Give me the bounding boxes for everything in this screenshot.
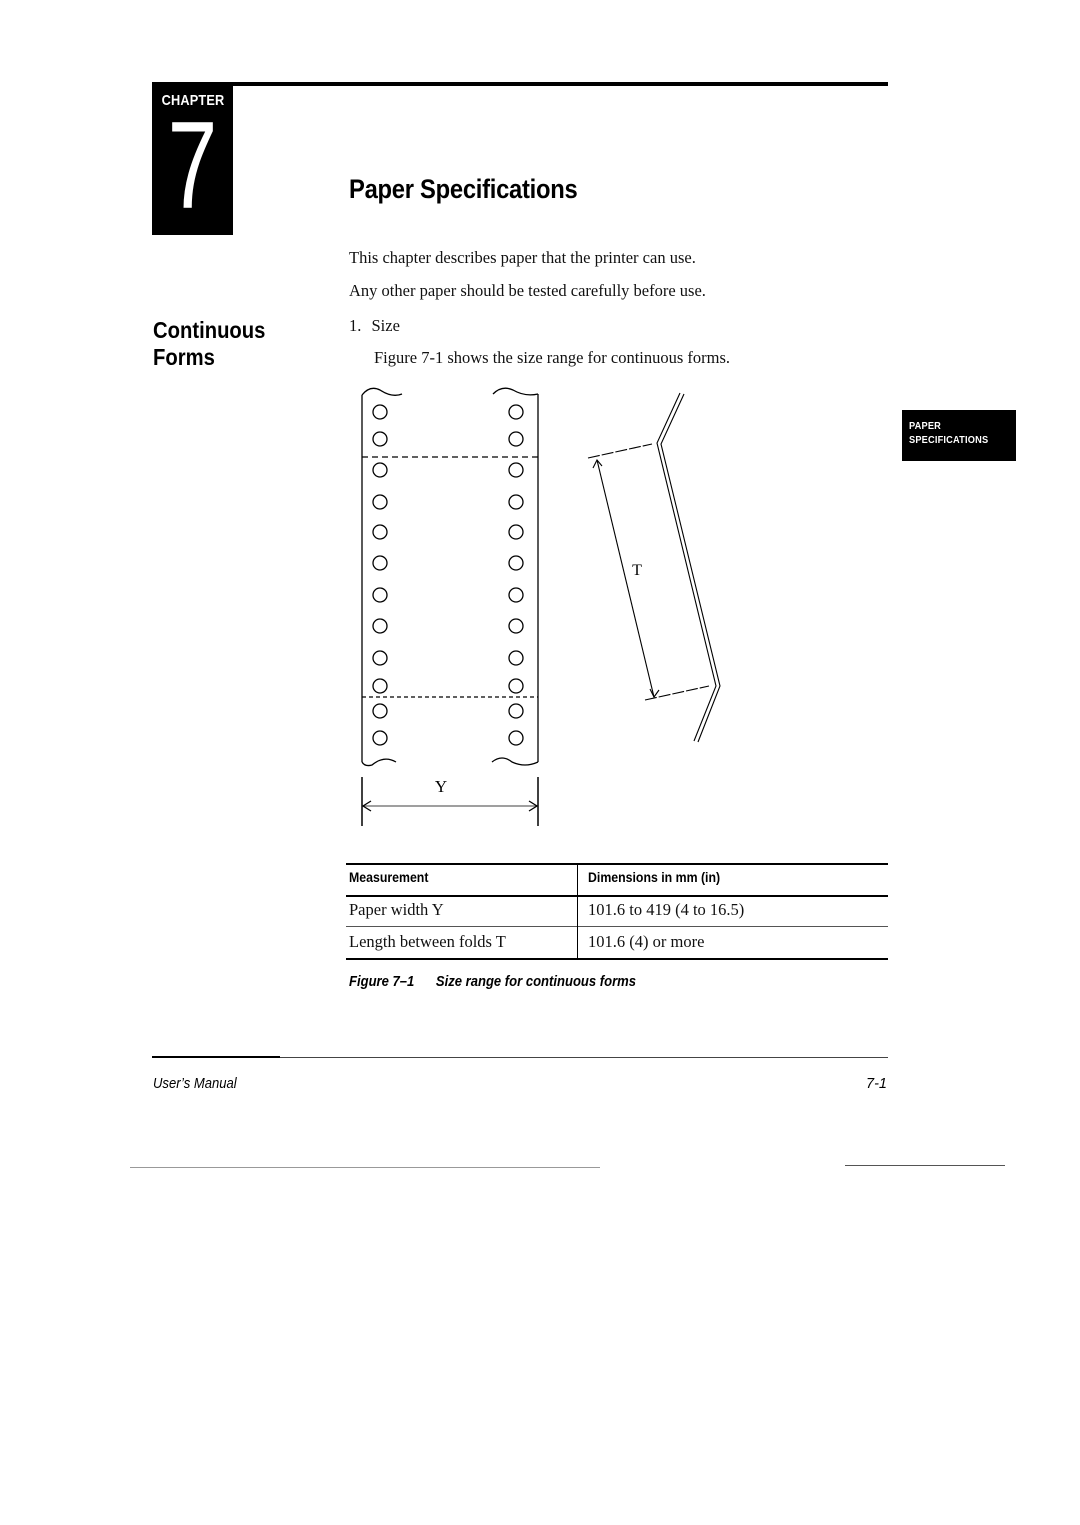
figure-caption-text: Size range for continuous forms [435, 974, 637, 990]
figure-caption-number: Figure 7–1 [349, 974, 415, 990]
list-marker: 1. [349, 316, 362, 335]
sprocket-hole-right [508, 730, 524, 746]
tear-edge-bottom-right [491, 757, 539, 766]
top-rule [152, 82, 888, 86]
sprocket-hole-left [372, 650, 388, 666]
footer-page-number: 7-1 [866, 1076, 887, 1092]
list-item-body: Figure 7-1 shows the size range for cont… [374, 348, 731, 367]
extension-line-top [587, 443, 653, 459]
page-title: Paper Specifications [349, 174, 578, 204]
sprocket-hole-left [372, 618, 388, 634]
scan-artifact-line [845, 1165, 1005, 1166]
table-header-rule [346, 895, 888, 897]
sprocket-hole-right [508, 404, 524, 420]
sprocket-hole-left [372, 404, 388, 420]
sprocket-hole-right [508, 587, 524, 603]
scan-artifact-line [130, 1167, 600, 1168]
footer-manual-title: User’s Manual [153, 1076, 237, 1092]
table-cell-measurement: Length between folds T [349, 932, 506, 951]
table-top-rule [346, 863, 888, 865]
section-heading-line-1: Continuous [153, 317, 266, 343]
table-column-divider [577, 863, 578, 959]
sprocket-hole-right [508, 703, 524, 719]
sprocket-hole-left [372, 494, 388, 510]
sprocket-hole-left [372, 703, 388, 719]
sprocket-hole-right [508, 494, 524, 510]
list-item-title: Size [371, 316, 400, 335]
table-cell-measurement: Paper width Y [349, 900, 444, 919]
sprocket-hole-right [508, 618, 524, 634]
arrowhead-t-bottom [649, 688, 660, 699]
chapter-number: 7 [167, 97, 218, 235]
table-row-rule [346, 926, 888, 927]
tear-edge-top-right [492, 387, 539, 396]
sprocket-hole-right [508, 650, 524, 666]
figure-continuous-forms: Y T [361, 387, 721, 826]
sprocket-hole-right [508, 678, 524, 694]
sprocket-hole-right [508, 462, 524, 478]
label-t: T [632, 562, 642, 579]
section-heading: Continuous Forms [153, 317, 265, 371]
sprocket-hole-right [508, 524, 524, 540]
sprocket-hole-left [372, 431, 388, 447]
tear-edge-bottom-left [361, 758, 397, 767]
intro-paragraph-1: This chapter describes paper that the pr… [349, 248, 696, 267]
table-header-measurement: Measurement [349, 869, 429, 885]
footer-rule-accent [152, 1056, 280, 1058]
sprocket-hole-right [508, 431, 524, 447]
label-y: Y [435, 777, 447, 796]
list-item: 1. Size [349, 316, 400, 336]
fold-profile-outer [656, 392, 717, 742]
table-cell-dimensions: 101.6 to 419 (4 to 16.5) [588, 900, 745, 919]
side-tab-label: PAPER SPECIFICATIONS [909, 419, 988, 447]
table-cell-dimensions: 101.6 (4) or more [588, 932, 705, 951]
side-tab-line-1: PAPER [909, 420, 942, 432]
intro-paragraph-2: Any other paper should be tested careful… [349, 281, 706, 300]
sprocket-hole-left [372, 730, 388, 746]
sprocket-hole-left [372, 524, 388, 540]
tear-edge-top-left [361, 387, 403, 396]
dimension-t-line [596, 459, 655, 698]
section-heading-line-2: Forms [153, 344, 215, 370]
sprocket-hole-left [372, 587, 388, 603]
continuous-form-diagram [361, 387, 539, 826]
sprocket-hole-left [372, 678, 388, 694]
extension-line-bottom [644, 685, 710, 701]
side-tab-line-2: SPECIFICATIONS [909, 434, 989, 446]
table-header-dimensions: Dimensions in mm (in) [588, 869, 721, 885]
sprocket-hole-right [508, 555, 524, 571]
table-bottom-rule [346, 958, 888, 960]
figure-caption: Figure 7–1 Size range for continuous for… [349, 974, 636, 990]
fold-profile-diagram [587, 392, 721, 743]
sprocket-hole-left [372, 462, 388, 478]
sprocket-hole-left [372, 555, 388, 571]
